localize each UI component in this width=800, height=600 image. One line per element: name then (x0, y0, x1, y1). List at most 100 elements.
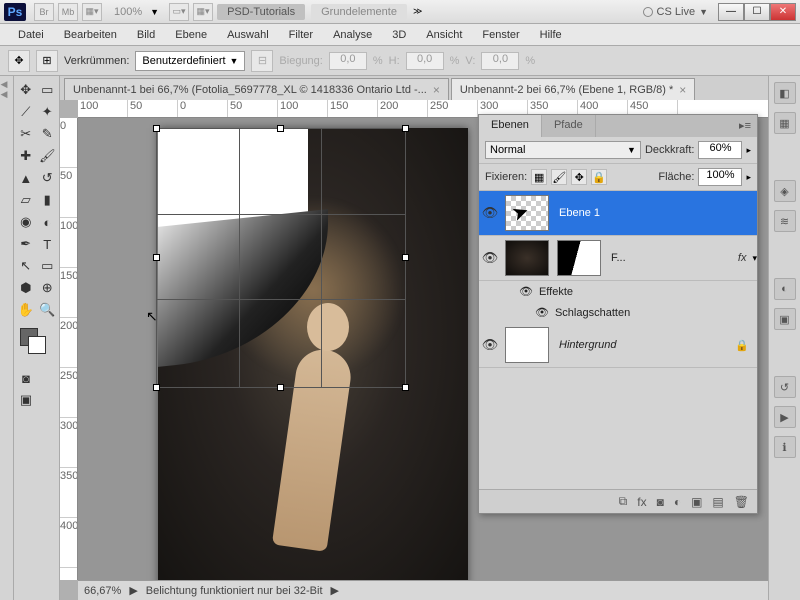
adjustments-panel-icon[interactable]: ◐ (774, 278, 796, 300)
blend-mode-select[interactable]: Normal ▼ (485, 141, 641, 159)
layer-thumbnail[interactable] (505, 327, 549, 363)
menu-datei[interactable]: Datei (8, 26, 54, 44)
menu-fenster[interactable]: Fenster (472, 26, 529, 44)
history-panel-icon[interactable]: ↺ (774, 376, 796, 398)
lock-all-icon[interactable]: 🔒 (591, 169, 607, 185)
delete-layer-icon[interactable]: 🗑 (734, 495, 749, 509)
transform-handle[interactable] (153, 384, 160, 391)
fx-badge[interactable]: fx (732, 252, 753, 264)
workspace-more-icon[interactable]: ≫ (413, 6, 422, 17)
tool-preset-icon[interactable]: ✥ (8, 50, 30, 72)
marquee-tool[interactable]: ▭ (38, 80, 58, 100)
eraser-tool[interactable]: ▱ (16, 190, 36, 210)
view-extras-button[interactable]: ▭▾ (169, 3, 189, 21)
chevron-down-icon[interactable]: ▼ (150, 7, 159, 17)
hand-tool[interactable]: ✋ (16, 300, 36, 320)
menu-ansicht[interactable]: Ansicht (416, 26, 472, 44)
fill-input[interactable]: 100% (698, 168, 742, 186)
cslive-button[interactable]: CS Live ▼ (643, 6, 708, 18)
transform-handle[interactable] (277, 384, 284, 391)
3d-tool[interactable]: ⬢ (16, 278, 36, 298)
close-icon[interactable]: × (679, 83, 686, 97)
panel-flyout-icon[interactable]: ▸≡ (733, 115, 757, 137)
new-layer-icon[interactable]: ▤ (712, 495, 723, 509)
menu-hilfe[interactable]: Hilfe (530, 26, 572, 44)
workspace-psd-tutorials[interactable]: PSD-Tutorials (217, 4, 305, 20)
layers-panel-icon[interactable]: ◈ (774, 180, 796, 202)
color-swatches[interactable] (20, 328, 57, 358)
layer-effect-item[interactable]: 👁 Schlagschatten (479, 302, 757, 323)
layer-group-icon[interactable]: ▣ (691, 495, 702, 509)
close-icon[interactable]: × (433, 83, 440, 97)
menu-bearbeiten[interactable]: Bearbeiten (54, 26, 127, 44)
warp-grid-icon[interactable]: ⊞ (36, 50, 58, 72)
screenmode-tool[interactable]: ▣ (16, 390, 36, 410)
styles-panel-icon[interactable]: ▣ (774, 308, 796, 330)
color-panel-icon[interactable]: ◧ (774, 82, 796, 104)
lock-position-icon[interactable]: ✥ (571, 169, 587, 185)
transform-handle[interactable] (402, 125, 409, 132)
layer-row[interactable]: 👁 ➤ Ebene 1 (479, 191, 757, 236)
menu-filter[interactable]: Filter (279, 26, 323, 44)
zoom-tool[interactable]: 🔍 (38, 300, 58, 320)
fill-flyout-icon[interactable]: ▸ (746, 172, 751, 183)
fx-expand-icon[interactable]: ▾ (752, 253, 757, 264)
menu-bild[interactable]: Bild (127, 26, 165, 44)
menu-ebene[interactable]: Ebene (165, 26, 217, 44)
move-tool[interactable]: ✥ (16, 80, 36, 100)
menu-3d[interactable]: 3D (382, 26, 416, 44)
stamp-tool[interactable]: ▲ (16, 168, 36, 188)
layer-name[interactable]: F... (605, 252, 732, 264)
camera-tool[interactable]: ⊕ (38, 278, 58, 298)
arrange-docs-button[interactable]: ▦▾ (193, 3, 213, 21)
layer-name[interactable]: Hintergrund (553, 339, 735, 351)
document-tab[interactable]: Unbenannt-2 bei 66,7% (Ebene 1, RGB/8) *… (451, 78, 695, 100)
background-swatch[interactable] (28, 336, 46, 354)
transform-handle[interactable] (153, 125, 160, 132)
visibility-toggle[interactable]: 👁 (479, 205, 501, 221)
visibility-toggle[interactable]: 👁 (479, 337, 501, 353)
blur-tool[interactable]: ◉ (16, 212, 36, 232)
brush-tool[interactable]: 🖌 (38, 146, 58, 166)
layer-row[interactable]: 👁 F... fx ▾ (479, 236, 757, 281)
opacity-flyout-icon[interactable]: ▸ (746, 145, 751, 156)
pen-tool[interactable]: ✒ (16, 234, 36, 254)
minibridge-button[interactable]: Mb (58, 3, 78, 21)
panel-tab-ebenen[interactable]: Ebenen (479, 115, 542, 137)
actions-panel-icon[interactable]: ▶ (774, 406, 796, 428)
menu-auswahl[interactable]: Auswahl (217, 26, 279, 44)
menu-analyse[interactable]: Analyse (323, 26, 382, 44)
channels-panel-icon[interactable]: ≋ (774, 210, 796, 232)
layers-panel[interactable]: Ebenen Pfade ▸≡ Normal ▼ Deckkraft: 60% … (478, 114, 758, 514)
history-brush-tool[interactable]: ↺ (38, 168, 58, 188)
document-tab[interactable]: Unbenannt-1 bei 66,7% (Fotolia_5697778_X… (64, 78, 449, 100)
minimize-button[interactable]: — (718, 3, 744, 21)
layer-mask-icon[interactable]: ◙ (657, 495, 664, 509)
warp-style-select[interactable]: Benutzerdefiniert ▼ (135, 51, 245, 71)
info-panel-icon[interactable]: ℹ (774, 436, 796, 458)
link-layers-icon[interactable]: ⧉ (619, 494, 628, 509)
transform-handle[interactable] (153, 254, 160, 261)
lasso-tool[interactable]: ⟋ (16, 102, 36, 122)
warp-transform-box[interactable] (156, 128, 406, 388)
maximize-button[interactable]: ☐ (744, 3, 770, 21)
shape-tool[interactable]: ▭ (38, 256, 58, 276)
path-select-tool[interactable]: ↖ (16, 256, 36, 276)
layer-thumbnail[interactable]: ➤ (505, 195, 549, 231)
panel-tab-pfade[interactable]: Pfade (542, 115, 596, 137)
transform-handle[interactable] (277, 125, 284, 132)
heal-tool[interactable]: ✚ (16, 146, 36, 166)
bridge-button[interactable]: Br (34, 3, 54, 21)
eye-icon[interactable]: 👁 (535, 306, 549, 319)
type-tool[interactable]: T (38, 234, 58, 254)
wand-tool[interactable]: ✦ (38, 102, 58, 122)
layer-mask-thumbnail[interactable] (557, 240, 601, 276)
gradient-tool[interactable]: ▮ (38, 190, 58, 210)
transform-handle[interactable] (402, 254, 409, 261)
eyedropper-tool[interactable]: ✎ (38, 124, 58, 144)
opacity-input[interactable]: 60% (698, 141, 742, 159)
workspace-grundelemente[interactable]: Grundelemente (311, 4, 407, 20)
lock-pixels-icon[interactable]: 🖌 (551, 169, 567, 185)
lock-transparent-icon[interactable]: ▦ (531, 169, 547, 185)
close-button[interactable]: ✕ (770, 3, 796, 21)
